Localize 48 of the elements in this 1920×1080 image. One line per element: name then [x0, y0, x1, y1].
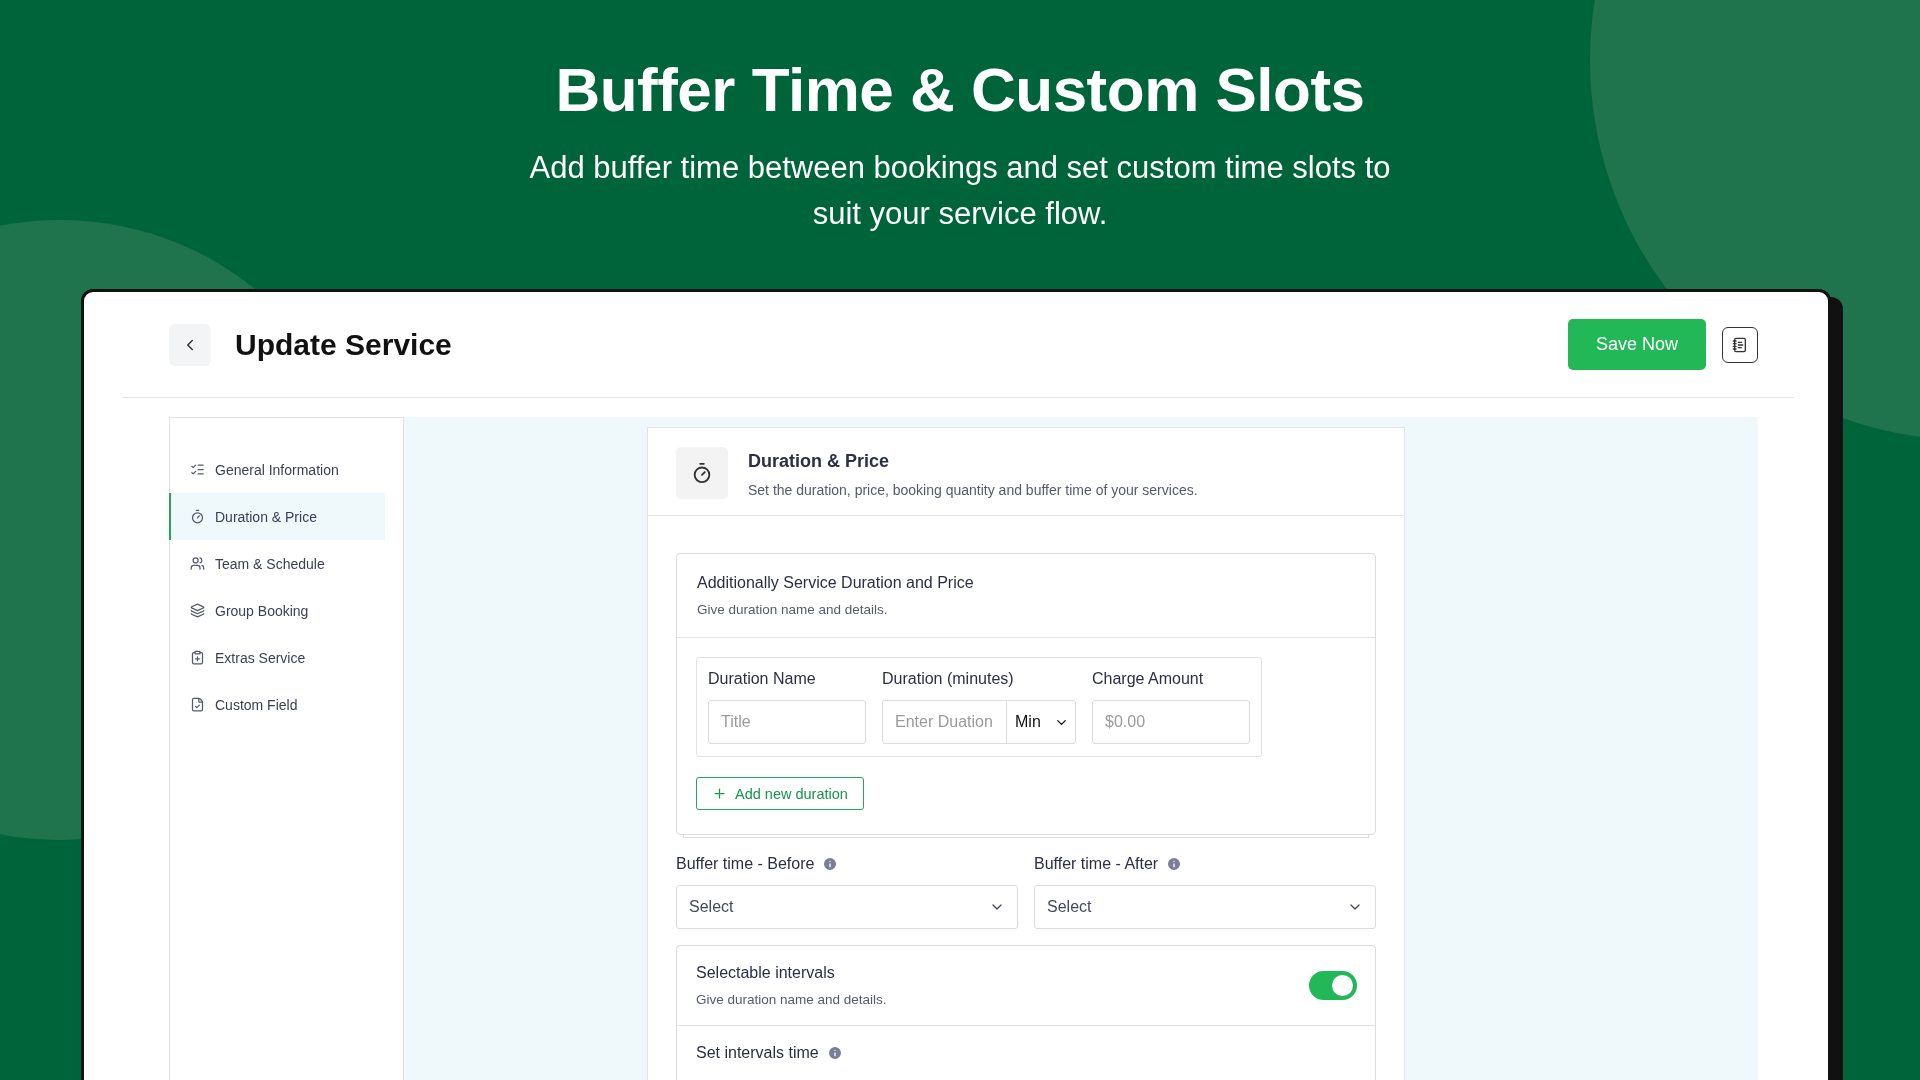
extras-icon: [190, 650, 205, 665]
timer-icon: [190, 509, 205, 524]
section-title: Duration & Price: [748, 450, 891, 472]
layers-icon: [190, 603, 205, 618]
sidebar-item[interactable]: General Information: [169, 446, 385, 493]
field-label: Charge Amount: [1092, 670, 1205, 688]
sidebar-item[interactable]: Custom Field: [169, 681, 385, 728]
field-label: Buffer time - After: [1034, 855, 1376, 873]
field-label: Buffer time - Before: [676, 855, 1018, 873]
intervals-time-label: Set intervals time: [696, 1044, 1356, 1062]
input-field[interactable]: Title: [708, 700, 866, 744]
buffer-select[interactable]: Select: [1034, 885, 1376, 929]
info-icon: [1166, 856, 1183, 872]
section-description: Set the duration, price, booking quantity and buffer time of your services.: [748, 482, 1198, 498]
sidebar-item[interactable]: Extras Service: [169, 634, 385, 681]
add-duration-button[interactable]: Add new duration: [696, 777, 864, 810]
hero-subtitle: Add buffer time between bookings and set custom time slots to suit your service flow.: [528, 149, 1392, 233]
hero-title: Buffer Time & Custom Slots: [555, 54, 1365, 125]
info-icon: [822, 856, 839, 872]
panel-description: Give duration name and details.: [697, 602, 889, 617]
unit-select[interactable]: Min: [1007, 701, 1075, 743]
sidebar-item[interactable]: Team & Schedule: [169, 540, 385, 587]
intervals-description: Give duration name and details.: [696, 992, 887, 1007]
sidebar-item-label: Custom Field: [215, 696, 298, 713]
sidebar-item-label: Duration & Price: [215, 508, 317, 525]
field-label: Duration Name: [708, 670, 817, 688]
intervals-title: Selectable intervals: [696, 964, 836, 982]
notebook-icon: [1732, 336, 1748, 353]
buffer-select[interactable]: Select: [676, 885, 1018, 929]
custom-icon: [190, 697, 205, 712]
sidebar-item[interactable]: Group Booking: [169, 587, 385, 634]
page-title: Update Service: [235, 327, 453, 362]
info-icon: [826, 1045, 843, 1061]
notes-button[interactable]: [1722, 326, 1758, 363]
sidebar-item[interactable]: Duration & Price: [169, 493, 385, 540]
input-field[interactable]: $0.00: [1092, 700, 1250, 744]
team-icon: [190, 556, 205, 571]
sidebar-item-label: Extras Service: [215, 649, 306, 666]
sidebar-item-label: General Information: [215, 461, 339, 478]
timer-icon: [676, 447, 728, 499]
list-icon: [190, 462, 205, 477]
duration-field[interactable]: Enter Duation Min: [882, 700, 1076, 744]
sidebar-item-label: Team & Schedule: [215, 555, 325, 572]
field-label: Duration (minutes): [882, 670, 1015, 688]
intervals-toggle[interactable]: [1309, 971, 1357, 1000]
panel-title: Additionally Service Duration and Price: [697, 574, 975, 592]
plus-icon: [712, 786, 727, 801]
sidebar-item-label: Group Booking: [215, 602, 309, 619]
